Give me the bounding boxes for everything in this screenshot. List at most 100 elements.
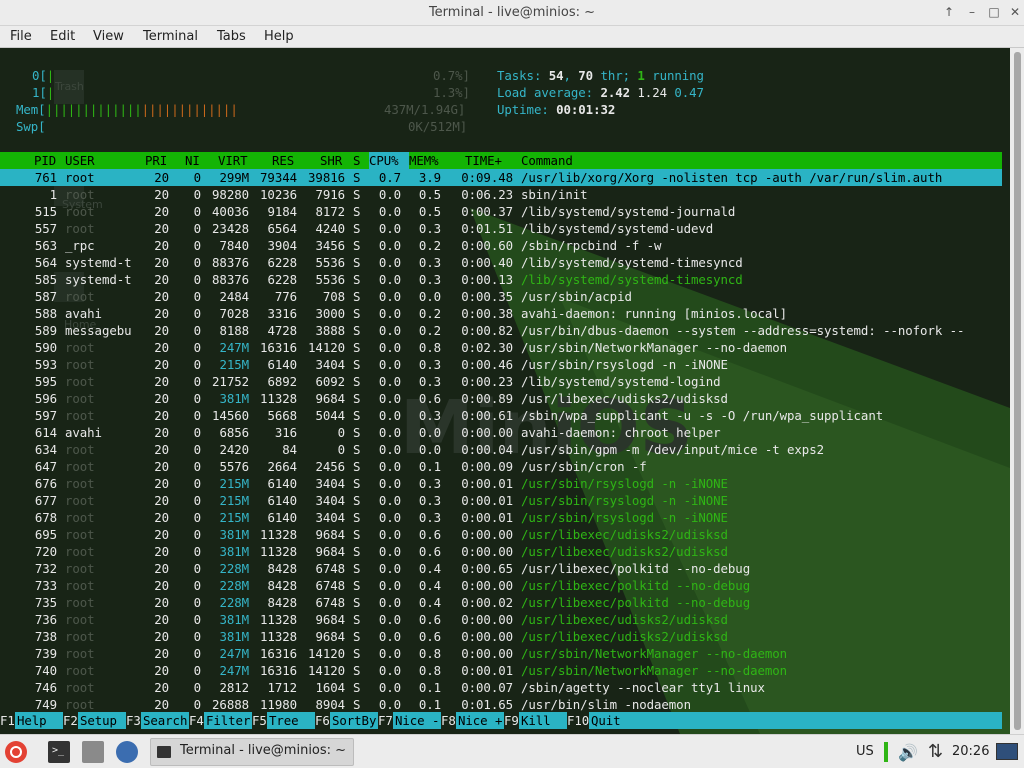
process-row[interactable]: 695 root 20 0 381M 11328 9684 S 0.0 0.6 0:00.00/us…: [0, 526, 1002, 543]
cell-pid: 614: [34, 425, 57, 440]
col-virt[interactable]: VIRT: [218, 152, 248, 169]
col-mem[interactable]: MEM%: [409, 152, 439, 169]
process-row[interactable]: 1 root 20 0 98280 10236 7916 S 0.0 0.5 0:06.23 sbin…: [0, 186, 1002, 203]
process-row[interactable]: 587 root 20 0 2484 776 708 S 0.0 0.0 0:00.35/usr/s…: [0, 288, 1002, 305]
fkey-f10[interactable]: F10: [567, 712, 589, 729]
fkey-label-f4[interactable]: Filter: [206, 712, 250, 729]
process-row-selected[interactable]: 761 root 20 0 299M 79344 39816 S 0.7 3.9 0:09.48/u…: [0, 169, 1002, 186]
fkey-f6[interactable]: F6: [315, 712, 330, 729]
browser-icon[interactable]: [116, 741, 138, 763]
process-row[interactable]: 614 avahi 20 0 6856 316 0 S 0.0 0.0 0:00.00 avahi-d…: [0, 424, 1002, 441]
col-command[interactable]: Command: [521, 152, 573, 169]
process-row[interactable]: 564 systemd-t 20 0 88376 6228 5536 S 0.0 0.3 0:00.…: [0, 254, 1002, 271]
fkey-f4[interactable]: F4: [189, 712, 204, 729]
fkey-label-f8[interactable]: Nice +: [458, 712, 502, 729]
title-bar[interactable]: Terminal - live@minios: ~ ↑ – □ ✕: [0, 0, 1024, 26]
file-manager-icon[interactable]: [82, 741, 104, 763]
fkey-f7[interactable]: F7: [378, 712, 393, 729]
terminal-icon[interactable]: >_: [48, 741, 70, 763]
maximize-button[interactable]: □: [987, 5, 1001, 19]
col-user[interactable]: USER: [65, 152, 95, 169]
display-icon[interactable]: [996, 743, 1018, 760]
fkey-f2[interactable]: F2: [63, 712, 78, 729]
process-row[interactable]: 593 root 20 0 215M 6140 3404 S 0.0 0.3 0:00.46/usr…: [0, 356, 1002, 373]
fkey-label-f7[interactable]: Nice -: [395, 712, 439, 729]
process-row[interactable]: 596 root 20 0 381M 11328 9684 S 0.0 0.6 0:00.89/us…: [0, 390, 1002, 407]
cell-res: 6140: [267, 510, 297, 525]
cpu1-label: 1[: [32, 85, 47, 100]
clock[interactable]: 20:26: [952, 744, 989, 759]
col-s[interactable]: S: [353, 152, 360, 169]
cell-virt: 215M: [219, 493, 249, 508]
menu-file[interactable]: File: [10, 29, 32, 44]
cell-cpu: 0.0: [378, 425, 401, 440]
process-row[interactable]: 588 avahi 20 0 7028 3316 3000 S 0.0 0.2 0:00.38 ava…: [0, 305, 1002, 322]
process-row[interactable]: 589 messagebu 20 0 8188 4728 3888 S 0.0 0.2 0:00.8…: [0, 322, 1002, 339]
menu-view[interactable]: View: [93, 29, 124, 44]
fkey-f1[interactable]: F1: [0, 712, 15, 729]
process-row[interactable]: 738 root 20 0 381M 11328 9684 S 0.0 0.6 0:00.00/us…: [0, 628, 1002, 645]
cell-user: root: [65, 476, 95, 491]
process-row[interactable]: 515 root 20 0 40036 9184 8172 S 0.0 0.5 0:00.37/li…: [0, 203, 1002, 220]
fkey-label-f1[interactable]: Help: [17, 712, 61, 729]
fkey-label-f10[interactable]: Quit: [591, 712, 621, 729]
process-row[interactable]: 597 root 20 0 14560 5668 5044 S 0.0 0.3 0:00.61/sb…: [0, 407, 1002, 424]
cell-mem: 0.6: [418, 629, 441, 644]
process-row[interactable]: 634 root 20 0 2420 84 0 S 0.0 0.0 0:00.04/usr/sbin…: [0, 441, 1002, 458]
fkey-label-f2[interactable]: Setup: [80, 712, 124, 729]
fkey-f9[interactable]: F9: [504, 712, 519, 729]
col-cpu-sorted[interactable]: CPU%: [369, 152, 409, 169]
cell-state: S: [353, 663, 361, 678]
process-row[interactable]: 585 systemd-t 20 0 88376 6228 5536 S 0.0 0.3 0:00.…: [0, 271, 1002, 288]
volume-icon[interactable]: 🔊: [898, 743, 918, 762]
menu-help[interactable]: Help: [264, 29, 294, 44]
process-row[interactable]: 557 root 20 0 23428 6564 4240 S 0.0 0.3 0:01.51/li…: [0, 220, 1002, 237]
menu-terminal[interactable]: Terminal: [143, 29, 198, 44]
minios-menu-icon[interactable]: [5, 741, 27, 763]
cell-res: 1712: [267, 680, 297, 695]
col-res[interactable]: RES: [272, 152, 294, 169]
close-button[interactable]: ✕: [1008, 5, 1022, 19]
fkey-label-f3[interactable]: Search: [143, 712, 187, 729]
cell-ni: 0: [193, 187, 201, 202]
col-ni[interactable]: NI: [185, 152, 200, 169]
process-row[interactable]: 739 root 20 0 247M 16316 14120 S 0.0 0.8 0:00.00/u…: [0, 645, 1002, 662]
process-row[interactable]: 563 _rpc 20 0 7840 3904 3456 S 0.0 0.2 0:00.60/sbi…: [0, 237, 1002, 254]
fkey-label-f6[interactable]: SortBy: [332, 712, 376, 729]
process-row[interactable]: 647 root 20 0 5576 2664 2456 S 0.0 0.1 0:00.09/usr…: [0, 458, 1002, 475]
process-row[interactable]: 736 root 20 0 381M 11328 9684 S 0.0 0.6 0:00.00/us…: [0, 611, 1002, 628]
process-row[interactable]: 735 root 20 0 228M 8428 6748 S 0.0 0.4 0:00.02/usr…: [0, 594, 1002, 611]
process-row[interactable]: 749 root 20 0 26888 11980 8904 S 0.0 0.1 0:01.65/u…: [0, 696, 1002, 713]
minimize-button[interactable]: –: [965, 5, 979, 19]
scrollbar-thumb[interactable]: [1014, 52, 1021, 730]
menu-tabs[interactable]: Tabs: [217, 29, 246, 44]
col-shr[interactable]: SHR: [320, 152, 342, 169]
col-pri[interactable]: PRI: [145, 152, 167, 169]
process-row[interactable]: 595 root 20 0 21752 6892 6092 S 0.0 0.3 0:00.23/li…: [0, 373, 1002, 390]
fkey-f5[interactable]: F5: [252, 712, 267, 729]
process-row[interactable]: 746 root 20 0 2812 1712 1604 S 0.0 0.1 0:00.07/sbi…: [0, 679, 1002, 696]
fkey-label-f9[interactable]: Kill: [521, 712, 565, 729]
menu-edit[interactable]: Edit: [50, 29, 75, 44]
col-time[interactable]: TIME+: [465, 152, 502, 169]
shade-button[interactable]: ↑: [942, 5, 956, 19]
cell-cpu: 0.0: [378, 459, 401, 474]
keyboard-layout[interactable]: US: [856, 744, 874, 759]
cell-user: root: [65, 561, 95, 576]
terminal-area[interactable]: MiniOS Trash System Home 0[| 0.7%] 1[| 1…: [0, 48, 1010, 734]
process-row[interactable]: 677 root 20 0 215M 6140 3404 S 0.0 0.3 0:00.01/usr…: [0, 492, 1002, 509]
process-row[interactable]: 720 root 20 0 381M 11328 9684 S 0.0 0.6 0:00.00/us…: [0, 543, 1002, 560]
process-row[interactable]: 676 root 20 0 215M 6140 3404 S 0.0 0.3 0:00.01/usr…: [0, 475, 1002, 492]
col-pid[interactable]: PID: [34, 152, 56, 169]
function-key-bar: F1 Help F2 Setup F3 Search F4 Filter F5 Tree F6…: [0, 712, 1002, 729]
process-row[interactable]: 678 root 20 0 215M 6140 3404 S 0.0 0.3 0:00.01/usr…: [0, 509, 1002, 526]
process-row[interactable]: 732 root 20 0 228M 8428 6748 S 0.0 0.4 0:00.65/usr…: [0, 560, 1002, 577]
process-row[interactable]: 740 root 20 0 247M 16316 14120 S 0.0 0.8 0:00.01/u…: [0, 662, 1002, 679]
fkey-f3[interactable]: F3: [126, 712, 141, 729]
network-icon[interactable]: ⇅: [928, 741, 943, 762]
process-row[interactable]: 590 root 20 0 247M 16316 14120 S 0.0 0.8 0:02.30/u…: [0, 339, 1002, 356]
cell-state: S: [353, 476, 361, 491]
process-row[interactable]: 733 root 20 0 228M 8428 6748 S 0.0 0.4 0:00.00/usr…: [0, 577, 1002, 594]
fkey-label-f5[interactable]: Tree: [269, 712, 313, 729]
fkey-f8[interactable]: F8: [441, 712, 456, 729]
